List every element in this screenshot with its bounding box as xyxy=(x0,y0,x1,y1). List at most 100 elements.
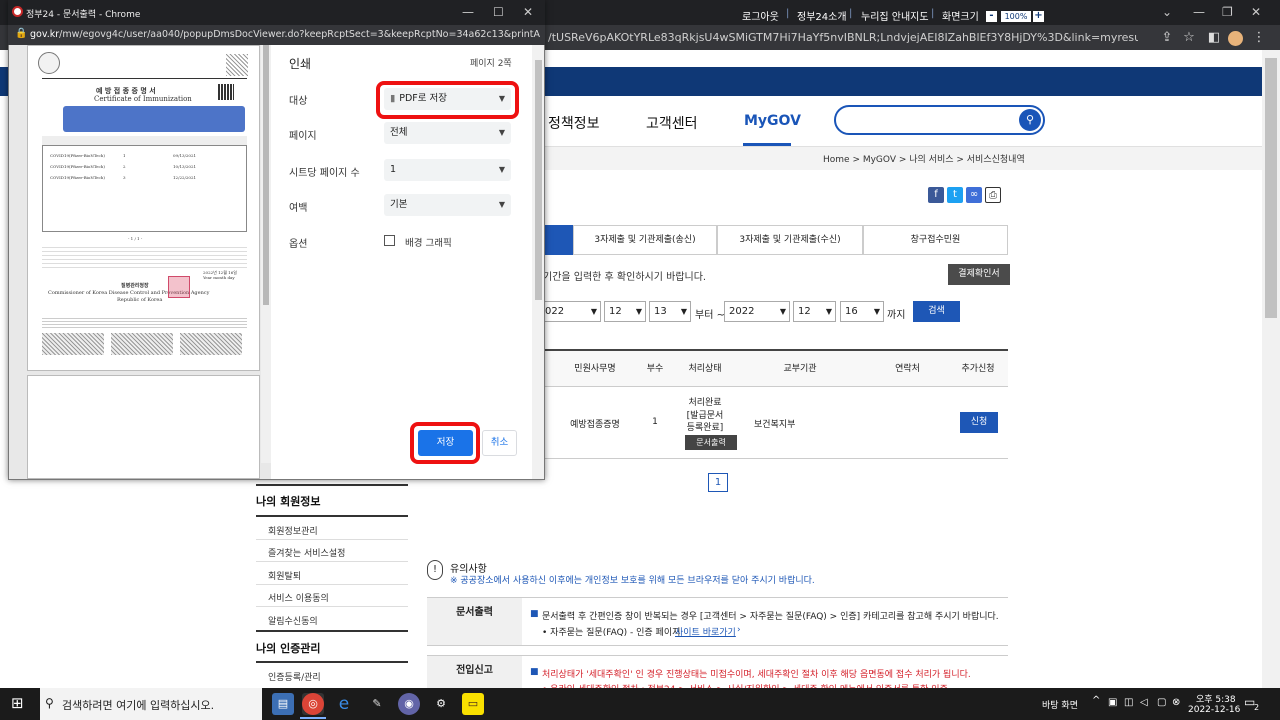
search-icon[interactable]: ⚲ xyxy=(1019,109,1041,131)
print-preview-page-2 xyxy=(27,375,260,479)
nav-policy[interactable]: 정책정보 xyxy=(548,113,600,133)
star-icon[interactable]: ☆ xyxy=(1180,29,1198,47)
clock-date[interactable]: 2022-12-16 xyxy=(1188,705,1240,715)
clock-time[interactable]: 오후 5:38 xyxy=(1196,692,1236,705)
chevron-down-icon: ▼ xyxy=(680,307,687,316)
save-button[interactable]: 저장 xyxy=(418,430,473,456)
info-move-in-text: 처리상태가 '세대주확인' 인 경우 진행상태는 미접수이며, 세대주확인 절차… xyxy=(542,670,971,680)
kakaotalk-icon[interactable]: ▭ xyxy=(462,693,484,715)
bullet-icon: ■ xyxy=(530,667,539,677)
sidebar-auth-head: 나의 인증관리 xyxy=(256,642,321,655)
sidebar-item-consent[interactable]: 서비스 이용동의 xyxy=(268,591,329,604)
tab-counter-receipt[interactable]: 창구접수민원 xyxy=(863,225,1008,255)
network-icon[interactable]: ◫ xyxy=(1124,697,1133,708)
search-button[interactable]: 검색 xyxy=(913,301,960,322)
tray-chevron-icon[interactable]: ^ xyxy=(1092,695,1100,706)
ie-icon[interactable]: e xyxy=(333,693,355,715)
logout-link[interactable]: 로그아웃 xyxy=(742,8,779,23)
paint-icon[interactable]: ✎ xyxy=(366,693,388,715)
minimize-icon[interactable]: — xyxy=(1193,5,1205,19)
margins-select[interactable]: 기본 ▼ xyxy=(384,194,511,216)
from-month-select[interactable]: 12 ▼ xyxy=(604,301,646,322)
dropdown-arrow-icon: ▼ xyxy=(498,128,505,137)
facebook-icon[interactable]: f xyxy=(928,187,944,203)
margins-label: 여백 xyxy=(289,203,308,214)
desktop-label[interactable]: 바탕 화면 xyxy=(1042,698,1078,711)
to-year-select[interactable]: 2022 ▼ xyxy=(724,301,790,322)
sidepanel-icon[interactable]: ◧ xyxy=(1205,29,1223,47)
popup-maximize-icon[interactable]: ☐ xyxy=(493,5,504,19)
to-day-select[interactable]: 16 ▼ xyxy=(840,301,884,322)
zoom-value: 100% xyxy=(1001,11,1031,22)
windows-start-icon[interactable]: ⊞ xyxy=(11,694,24,712)
share-icon[interactable]: ⇪ xyxy=(1158,29,1176,47)
taskview-icon[interactable]: ▤ xyxy=(272,693,294,715)
faq-site-link[interactable]: 사이트 바로가기 xyxy=(675,625,736,638)
redacted-personal-info xyxy=(63,106,245,132)
popup-title: 정부24 - 문서출력 - Chrome xyxy=(26,10,141,20)
tab-third-party-receive[interactable]: 3자제출 및 기관제출(수신) xyxy=(717,225,863,255)
screen-size-label: 화면크기 xyxy=(942,12,979,23)
about-link[interactable]: 정부24소개 xyxy=(797,8,847,23)
cert-country: Republic of Korea xyxy=(117,297,163,303)
chrome-icon[interactable]: ◎ xyxy=(302,693,324,715)
page-scrollbar-thumb[interactable] xyxy=(1265,58,1277,318)
from-day-select[interactable]: 13 ▼ xyxy=(649,301,691,322)
menu-icon[interactable]: ⋮ xyxy=(1250,29,1268,47)
info-doc-print-sub: 자주묻는 질문(FAQ) - 인증 페이지 xyxy=(550,628,681,638)
gov-emblem-icon xyxy=(38,52,60,74)
settings-gear-icon[interactable]: ⚙ xyxy=(430,693,452,715)
chevron-down-icon: ▼ xyxy=(825,307,832,316)
doc-print-button[interactable]: 문서출력 xyxy=(685,435,737,450)
td-status-1: 처리완료 xyxy=(688,398,722,408)
nav-support[interactable]: 고객센터 xyxy=(646,113,698,133)
tray-app-icon[interactable]: ▣ xyxy=(1108,697,1117,708)
per-sheet-select[interactable]: 1 ▼ xyxy=(384,159,511,181)
info-doc-print-label: 문서출력 xyxy=(427,598,522,645)
per-sheet-label: 시트당 페이지 수 xyxy=(289,168,360,179)
sidebar-item-member-manage[interactable]: 회원정보관리 xyxy=(268,524,318,537)
background-graphics-label: 배경 그래픽 xyxy=(405,238,452,249)
settings-scrollbar-thumb[interactable] xyxy=(535,60,542,300)
chevron-right-icon: › xyxy=(737,625,741,635)
sidebar-item-auth-register[interactable]: 인증등록/관리 xyxy=(268,670,321,683)
print-heading: 인쇄 xyxy=(289,57,312,71)
ime-icon[interactable]: ▢ xyxy=(1157,697,1166,708)
restore-icon[interactable]: ❐ xyxy=(1222,5,1233,19)
payment-confirm-button[interactable]: 결제확인서 xyxy=(948,264,1010,285)
preview-scrollbar-thumb[interactable] xyxy=(263,45,269,305)
teams-icon[interactable]: ◉ xyxy=(398,693,420,715)
sitemap-link[interactable]: 누리집 안내지도 xyxy=(861,8,929,23)
sidebar-item-withdraw[interactable]: 회원탈퇴 xyxy=(268,569,301,582)
pagination-page[interactable]: 1 xyxy=(708,473,728,492)
chevron-down-icon[interactable]: ⌄ xyxy=(1162,5,1172,19)
twitter-icon[interactable]: t xyxy=(947,187,963,203)
th-copies: 부수 xyxy=(646,364,664,374)
security-icon[interactable]: ⊗ xyxy=(1172,697,1180,708)
close-icon[interactable]: ✕ xyxy=(1251,5,1261,19)
site-search-input[interactable] xyxy=(834,105,1045,135)
pages-select[interactable]: 전체 ▼ xyxy=(384,122,511,144)
link-icon[interactable]: ∞ xyxy=(966,187,982,203)
sidebar-item-favorites[interactable]: 즐겨찾는 서비스설정 xyxy=(268,546,345,559)
th-service-name: 민원사무명 xyxy=(574,364,616,374)
profile-avatar[interactable] xyxy=(1228,31,1243,46)
apply-button[interactable]: 신청 xyxy=(960,412,998,433)
sidebar-item-notify[interactable]: 알림수신동의 xyxy=(268,614,318,627)
print-page-count: 페이지 2쪽 xyxy=(470,59,512,69)
nav-mygov[interactable]: MyGOV xyxy=(744,113,801,129)
cancel-button[interactable]: 취소 xyxy=(482,430,517,456)
volume-icon[interactable]: ◁ xyxy=(1140,697,1148,708)
th-status: 처리상태 xyxy=(688,364,722,374)
zoom-out-button[interactable]: - xyxy=(986,11,997,22)
popup-close-icon[interactable]: ✕ xyxy=(523,5,533,19)
to-month-select[interactable]: 12 ▼ xyxy=(793,301,836,322)
tab-third-party-send[interactable]: 3자제출 및 기관제출(송신) xyxy=(573,225,717,255)
chevron-down-icon: ▼ xyxy=(590,307,597,316)
background-graphics-checkbox[interactable] xyxy=(384,235,395,246)
zoom-in-button[interactable]: + xyxy=(1033,11,1044,22)
lock-icon: 🔒 xyxy=(15,28,28,39)
from-year-select[interactable]: 022 ▼ xyxy=(540,301,601,322)
print-icon[interactable]: ⎙ xyxy=(985,187,1001,203)
popup-minimize-icon[interactable]: — xyxy=(462,5,474,19)
